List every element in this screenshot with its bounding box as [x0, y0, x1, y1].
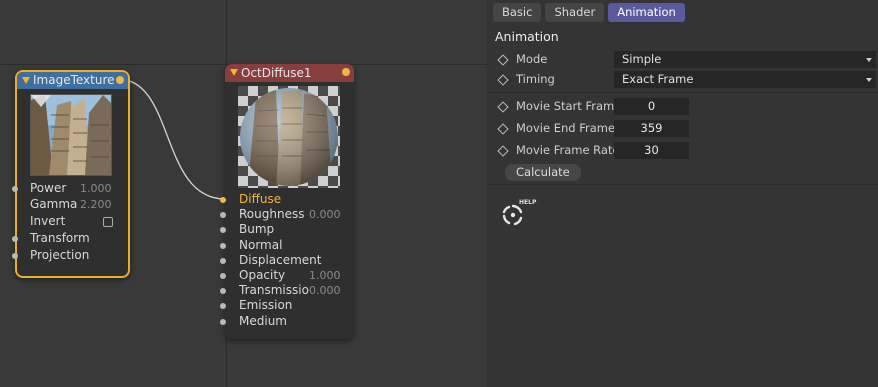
frame-rate-label: Movie Frame Rate — [516, 143, 620, 157]
movie-end-field[interactable]: 359 — [614, 120, 689, 137]
frame-rate-field[interactable]: 30 — [614, 142, 689, 159]
wire-image-to-diffuse — [117, 78, 226, 200]
tab-animation[interactable]: Animation — [608, 3, 685, 22]
mode-dropdown[interactable]: Simple — [614, 51, 876, 68]
timing-dropdown[interactable]: Exact Frame — [614, 71, 876, 88]
keyframe-diamond-icon[interactable] — [497, 74, 509, 86]
input-transmissio[interactable]: Transmissio 0.000 — [220, 283, 354, 298]
movie-start-field[interactable]: 0 — [614, 98, 689, 115]
movie-end-label: Movie End Frame — [516, 121, 616, 135]
input-label: Gamma — [30, 197, 78, 211]
input-label: Power — [30, 181, 67, 195]
collapse-triangle-icon[interactable] — [22, 77, 30, 84]
input-medium[interactable]: Medium — [220, 313, 354, 329]
input-label: Opacity — [239, 268, 286, 282]
input-label: Transform — [30, 231, 90, 245]
collapse-triangle-icon[interactable] — [230, 69, 238, 76]
keyframe-diamond-icon[interactable] — [497, 54, 509, 66]
input-label: Roughness — [239, 207, 305, 222]
input-transform[interactable]: Transform — [12, 231, 128, 246]
image-texture-node-title: ImageTexture — [33, 73, 115, 87]
input-port[interactable] — [220, 227, 226, 234]
input-displacement[interactable]: Displacement — [220, 252, 354, 268]
tab-shader[interactable]: Shader — [545, 3, 605, 22]
input-bump[interactable]: Bump — [220, 222, 354, 237]
input-value[interactable]: 0.000 — [309, 283, 341, 298]
timing-label: Timing — [516, 72, 555, 86]
mode-value: Simple — [622, 52, 662, 66]
image-texture-node[interactable]: ImageTexture Power 1.000 Gamma 2.200 Inv… — [12, 70, 130, 278]
input-port[interactable] — [220, 288, 226, 295]
keyframe-diamond-icon[interactable] — [497, 101, 509, 113]
input-port[interactable] — [220, 212, 226, 219]
attribute-panel: Basic Shader Animation Animation Mode Si… — [487, 0, 878, 387]
input-diffuse[interactable]: Diffuse — [220, 192, 354, 207]
tab-bar: Basic Shader Animation — [493, 3, 685, 22]
input-label: Diffuse — [239, 192, 282, 206]
input-value[interactable]: 2.200 — [80, 197, 112, 212]
calculate-button[interactable]: Calculate — [505, 164, 581, 181]
input-label: Projection — [30, 248, 90, 262]
frame-rate-row: Movie Frame Rate 30 — [487, 142, 878, 160]
octane-help-icon[interactable]: HELP — [499, 197, 539, 229]
image-texture-node-header[interactable]: ImageTexture — [17, 72, 128, 89]
input-value[interactable]: 0.000 — [309, 207, 341, 222]
divider — [487, 92, 878, 93]
movie-start-label: Movie Start Frame — [516, 99, 622, 113]
input-port[interactable] — [12, 236, 18, 242]
input-label: Normal — [239, 237, 283, 252]
input-normal[interactable]: Normal — [220, 237, 354, 253]
input-label: Invert — [30, 214, 66, 228]
texture-preview-image — [30, 94, 112, 176]
input-label: Medium — [239, 313, 287, 328]
mode-row: Mode Simple — [487, 51, 878, 69]
input-port[interactable] — [220, 303, 226, 310]
tab-basic[interactable]: Basic — [493, 3, 542, 22]
input-gamma[interactable]: Gamma 2.200 — [17, 197, 128, 212]
input-emission[interactable]: Emission — [220, 298, 354, 313]
input-port[interactable] — [12, 253, 18, 259]
timing-value: Exact Frame — [622, 72, 694, 86]
input-projection[interactable]: Projection — [12, 248, 128, 263]
input-label: Displacement — [239, 252, 322, 267]
help-text: HELP — [519, 199, 537, 206]
input-label: Emission — [239, 298, 293, 313]
movie-end-row: Movie End Frame 359 — [487, 120, 878, 138]
section-title: Animation — [495, 29, 559, 44]
input-value[interactable]: 1.000 — [80, 181, 112, 196]
output-port[interactable] — [342, 68, 350, 76]
input-invert[interactable]: Invert — [17, 214, 128, 229]
input-port[interactable] — [220, 318, 226, 325]
invert-checkbox[interactable] — [103, 217, 113, 227]
material-preview-sphere — [238, 86, 340, 188]
input-opacity[interactable]: Opacity 1.000 — [220, 268, 354, 283]
chevron-down-icon — [866, 78, 872, 82]
oct-diffuse-node-header[interactable]: OctDiffuse1 — [225, 64, 354, 82]
input-label: Transmissio — [239, 283, 309, 298]
oct-diffuse-node-title: OctDiffuse1 — [241, 66, 312, 80]
input-label: Bump — [239, 222, 275, 237]
oct-diffuse-node[interactable]: OctDiffuse1 Diffuse Roughness 0.000 Bump… — [220, 64, 354, 339]
input-port[interactable] — [220, 242, 226, 249]
keyframe-diamond-icon[interactable] — [497, 123, 509, 135]
movie-start-row: Movie Start Frame 0 — [487, 98, 878, 116]
mode-label: Mode — [516, 52, 548, 66]
input-port[interactable] — [220, 257, 226, 264]
divider — [487, 184, 878, 185]
output-port[interactable] — [116, 76, 124, 84]
input-power[interactable]: Power 1.000 — [12, 181, 128, 196]
input-roughness[interactable]: Roughness 0.000 — [220, 207, 354, 222]
timing-row: Timing Exact Frame — [487, 71, 878, 89]
input-value[interactable]: 1.000 — [309, 268, 341, 283]
keyframe-diamond-icon[interactable] — [497, 145, 509, 157]
node-editor-canvas[interactable]: ImageTexture Power 1.000 Gamma 2.200 Inv… — [0, 0, 487, 387]
input-port[interactable] — [12, 186, 18, 192]
input-port[interactable] — [220, 197, 226, 203]
chevron-down-icon — [866, 58, 872, 62]
input-port[interactable] — [220, 273, 226, 279]
